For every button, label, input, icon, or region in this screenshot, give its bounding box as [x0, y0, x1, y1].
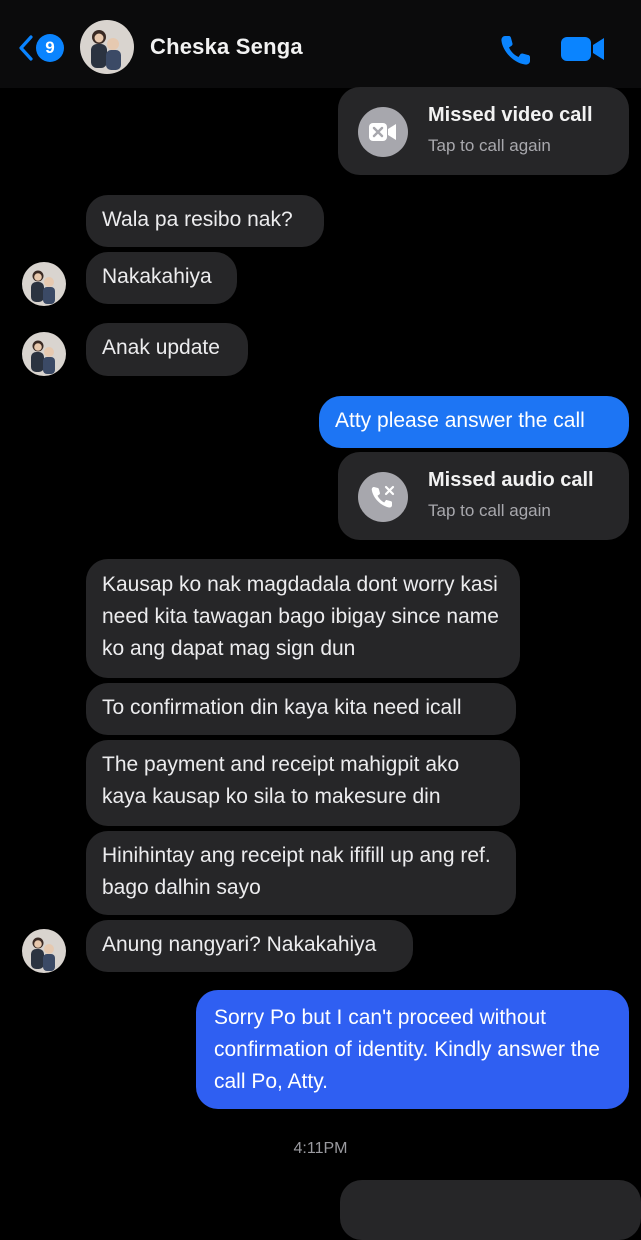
- missed-call-subtitle: Tap to call again: [428, 501, 551, 520]
- missed-call-subtitle: Tap to call again: [428, 136, 551, 155]
- outgoing-message[interactable]: Atty please answer the call: [319, 396, 629, 448]
- contact-name[interactable]: Cheska Senga: [150, 34, 303, 60]
- message-timestamp: 4:11PM: [293, 1140, 348, 1157]
- missed-call-title: Missed video call: [428, 104, 593, 126]
- incoming-message[interactable]: Kausap ko nak magdadala dont worry kasi …: [86, 559, 520, 678]
- chat-header: 9 Cheska Senga: [0, 0, 641, 88]
- incoming-message[interactable]: Hinihintay ang receipt nak ififill up an…: [86, 831, 516, 915]
- missed-call-title: Missed audio call: [428, 469, 594, 491]
- incoming-message[interactable]: Anak update: [86, 323, 248, 376]
- missed-video-call-card[interactable]: Missed video call Tap to call again: [338, 87, 629, 175]
- chevron-left-icon: [19, 35, 33, 61]
- contact-avatar-small[interactable]: [22, 332, 66, 376]
- incoming-message[interactable]: Wala pa resibo nak?: [86, 195, 324, 247]
- contact-avatar[interactable]: [80, 20, 134, 74]
- phone-missed-icon: [358, 472, 408, 522]
- outgoing-message[interactable]: Sorry Po but I can't proceed without con…: [196, 990, 629, 1109]
- incoming-message[interactable]: The payment and receipt mahigpit ako kay…: [86, 740, 520, 826]
- contact-avatar-small[interactable]: [22, 929, 66, 973]
- unread-count-badge: 9: [36, 34, 64, 62]
- incoming-message[interactable]: Anung nangyari? Nakakahiya: [86, 920, 413, 972]
- incoming-message[interactable]: Nakakahiya: [86, 252, 237, 304]
- video-missed-icon: [358, 107, 408, 157]
- incoming-message[interactable]: To confirmation din kaya kita need icall: [86, 683, 516, 735]
- video-camera-icon[interactable]: [560, 34, 606, 64]
- back-button[interactable]: 9: [18, 30, 64, 66]
- partial-message[interactable]: [340, 1180, 641, 1240]
- missed-audio-call-card[interactable]: Missed audio call Tap to call again: [338, 452, 629, 540]
- phone-icon[interactable]: [498, 32, 534, 68]
- contact-avatar-small[interactable]: [22, 262, 66, 306]
